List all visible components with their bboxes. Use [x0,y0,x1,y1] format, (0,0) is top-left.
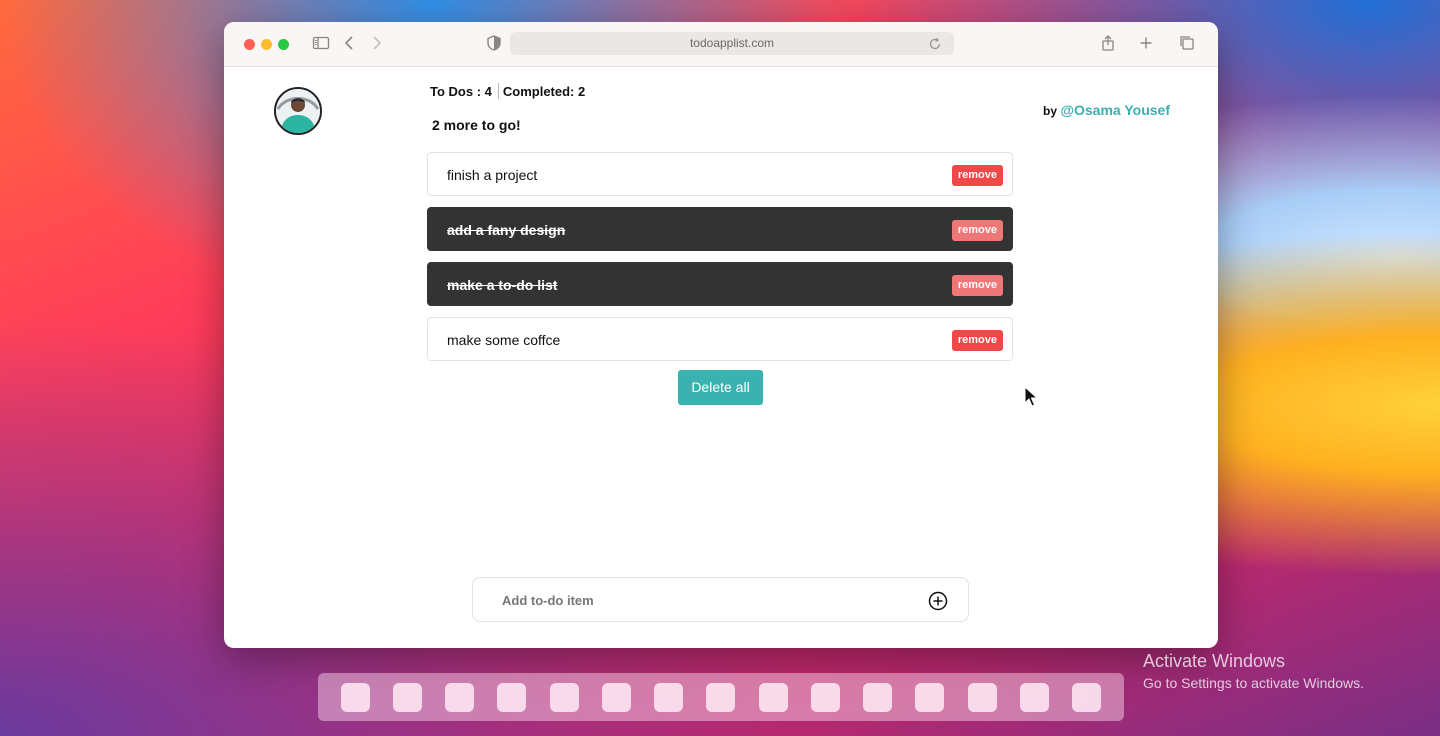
todo-text: make some coffce [447,332,561,348]
privacy-shield-icon[interactable] [485,34,505,54]
stats-divider [497,83,499,99]
remove-button[interactable]: remove [951,220,1003,241]
mouse-pointer-icon [1024,385,1039,408]
avatar[interactable] [274,87,322,135]
address-bar[interactable]: todoapplist.com [510,32,954,55]
add-plus-icon[interactable] [928,591,948,611]
back-icon[interactable] [341,34,361,54]
browser-toolbar: todoapplist.com [224,22,1218,67]
dock-app-icon[interactable] [445,683,474,712]
forward-icon[interactable] [367,34,387,54]
byline: by @Osama Yousef [1043,102,1170,118]
todo-count: To Dos : 4 [430,84,492,99]
dock-app-icon[interactable] [811,683,840,712]
close-window-button[interactable] [244,39,255,50]
dock-app-icon[interactable] [863,683,892,712]
dock-app-icon[interactable] [706,683,735,712]
dock-app-icon[interactable] [393,683,422,712]
dock-app-icon[interactable] [1020,683,1049,712]
url-text: todoapplist.com [689,36,775,50]
dock-app-icon[interactable] [654,683,683,712]
dock-app-icon[interactable] [915,683,944,712]
minimize-window-button[interactable] [261,39,272,50]
dock-app-icon[interactable] [550,683,579,712]
sidebar-icon[interactable] [312,34,332,54]
tab-overview-icon[interactable] [1178,34,1198,54]
activate-windows-watermark: Activate Windows Go to Settings to activ… [1143,651,1364,691]
app-content: To Dos : 4 Completed: 2 2 more to go! by … [224,67,1218,648]
dock-app-icon[interactable] [1072,683,1101,712]
delete-all-button[interactable]: Delete all [678,370,763,405]
todo-item[interactable]: make some coffce remove [427,317,1013,361]
todo-item-completed[interactable]: make a to-do list remove [427,262,1013,306]
add-todo-input[interactable]: Add to-do item [472,577,969,622]
reload-icon[interactable] [928,32,942,55]
todo-text: finish a project [447,167,538,183]
activate-subtitle: Go to Settings to activate Windows. [1143,675,1364,691]
share-icon[interactable] [1099,34,1119,54]
todo-item-completed[interactable]: add a fany design remove [427,207,1013,251]
maximize-window-button[interactable] [278,39,289,50]
dock-app-icon[interactable] [759,683,788,712]
completed-count: Completed: 2 [502,84,586,99]
new-tab-icon[interactable] [1137,34,1157,54]
browser-window: todoapplist.com To Dos : 4 Completed: 2 … [224,22,1218,648]
todo-item[interactable]: finish a project remove [427,152,1013,196]
dock [318,673,1124,721]
todo-text: add a fany design [447,222,566,238]
byline-by: by [1043,104,1058,118]
todo-text: make a to-do list [447,277,558,293]
remaining-text: 2 more to go! [432,117,521,133]
activate-title: Activate Windows [1143,651,1286,671]
dock-app-icon[interactable] [968,683,997,712]
dock-app-icon[interactable] [341,683,370,712]
author-link[interactable]: @Osama Yousef [1060,102,1170,118]
remove-button[interactable]: remove [951,275,1003,296]
dock-app-icon[interactable] [497,683,526,712]
add-todo-placeholder: Add to-do item [502,593,594,608]
stats-bar: To Dos : 4 Completed: 2 [430,83,585,99]
remove-button[interactable]: remove [951,165,1003,186]
remove-button[interactable]: remove [951,330,1003,351]
dock-app-icon[interactable] [602,683,631,712]
